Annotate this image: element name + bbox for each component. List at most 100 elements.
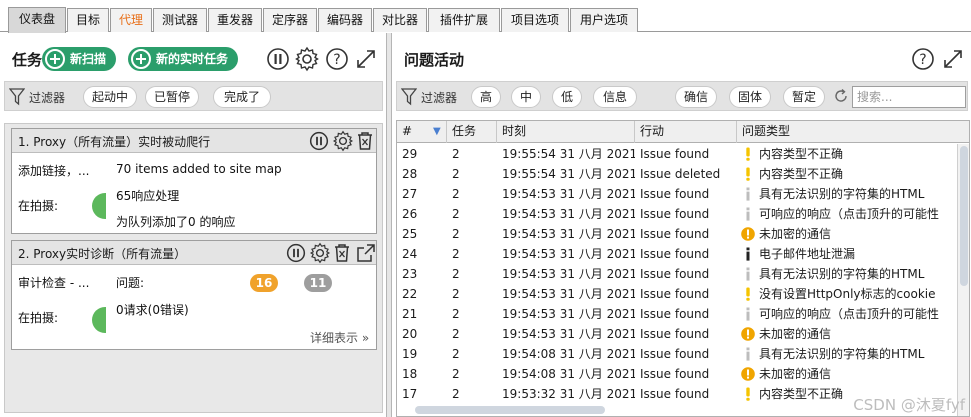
cell-task: 2 <box>452 327 460 341</box>
gear-icon[interactable] <box>332 130 354 152</box>
task-card-2[interactable]: 2. Proxy实时诊断（所有流量） 审计检查 - ... 问题: 16 11 … <box>11 240 377 350</box>
svg-text:?: ? <box>919 52 926 68</box>
task-card-1[interactable]: 1. Proxy（所有流量）实时被动爬行 添加链接，... 70 items a… <box>11 128 377 234</box>
filter-icon[interactable] <box>401 88 417 106</box>
cell-id: 21 <box>402 307 418 321</box>
cell-id: 22 <box>402 287 418 301</box>
table-row[interactable]: 25 2 19:54:53 31 八月 2021 Issue found 未加密的通信 <box>397 224 959 244</box>
table-row[interactable]: 23 2 19:54:53 31 八月 2021 Issue found 具有无法识别的… <box>397 264 959 284</box>
column-header-task[interactable]: 任务 <box>447 121 497 143</box>
cell-task: 2 <box>452 247 460 261</box>
refresh-icon[interactable] <box>833 88 849 104</box>
trash-icon[interactable] <box>356 131 374 151</box>
cell-time: 19:54:53 31 八月 2021 <box>502 247 635 261</box>
task-title: 1. Proxy（所有流量）实时被动爬行 <box>18 135 211 149</box>
cell-task: 2 <box>452 347 460 361</box>
table-row[interactable]: 27 2 19:54:53 31 八月 2021 Issue found 具有无法识别的… <box>397 184 959 204</box>
filter-paused-button[interactable]: 已暂停 <box>145 86 199 108</box>
tab-repeater[interactable]: 重发器 <box>208 8 262 32</box>
tab-decoder[interactable]: 编码器 <box>318 8 372 32</box>
table-row[interactable]: 28 2 19:55:54 31 八月 2021 Issue deleted 内容类型不… <box>397 164 959 184</box>
pause-icon[interactable] <box>266 47 290 71</box>
task-row-value: 为队列添加了0 的响应 <box>116 215 236 229</box>
svg-text:?: ? <box>333 52 340 68</box>
task-card-header: 1. Proxy（所有流量）实时被动爬行 <box>12 129 376 153</box>
filter-tentative-button[interactable]: 暂定 <box>783 86 825 108</box>
gear-icon[interactable] <box>309 242 331 264</box>
scroll-thumb[interactable] <box>960 146 968 286</box>
vertical-scrollbar[interactable] <box>957 144 969 416</box>
new-scan-button[interactable]: 新扫描 <box>42 47 117 71</box>
tab-proxy[interactable]: 代理 <box>110 8 152 32</box>
cell-action: Issue found <box>640 287 710 301</box>
progress-indicator-icon <box>92 193 106 219</box>
help-icon[interactable]: ? <box>325 47 349 71</box>
table-row[interactable]: 18 2 19:54:08 31 八月 2021 Issue found 未加密的通信 <box>397 364 959 384</box>
cell-time: 19:54:08 31 八月 2021 <box>502 347 635 361</box>
double-chevron-right-icon: » <box>361 331 370 345</box>
gear-icon[interactable] <box>294 46 320 72</box>
tab-user-options[interactable]: 用户选项 <box>570 8 638 32</box>
filter-high-button[interactable]: 高 <box>471 86 501 108</box>
table-row[interactable]: 26 2 19:54:53 31 八月 2021 Issue found 可响应的响应（… <box>397 204 959 224</box>
column-header-id[interactable]: # ▼ <box>397 121 447 143</box>
column-header-issue-type[interactable]: 问题类型 <box>737 121 969 143</box>
cell-action: Issue found <box>640 227 710 241</box>
filter-label: 过滤器 <box>29 91 66 105</box>
cell-id: 28 <box>402 167 418 181</box>
filter-icon[interactable] <box>9 88 25 106</box>
expand-icon[interactable] <box>941 47 965 71</box>
table-row[interactable]: 29 2 19:55:54 31 八月 2021 Issue found 内容类型不正确 <box>397 144 959 164</box>
cell-action: Issue found <box>640 187 710 201</box>
cell-id: 18 <box>402 367 418 381</box>
view-details-link[interactable]: 详细表示 » <box>310 329 369 346</box>
column-header-action[interactable]: 行动 <box>635 121 737 143</box>
popout-icon[interactable] <box>356 243 376 263</box>
cell-task: 2 <box>452 387 460 401</box>
cell-time: 19:54:53 31 八月 2021 <box>502 187 635 201</box>
new-live-task-button[interactable]: 新的实时任务 <box>128 47 239 71</box>
cell-task: 2 <box>452 227 460 241</box>
filter-label: 过滤器 <box>421 91 458 105</box>
table-row[interactable]: 19 2 19:54:08 31 八月 2021 Issue found 具有无法识别的… <box>397 344 959 364</box>
tab-sequencer[interactable]: 定序器 <box>263 8 317 32</box>
pause-icon[interactable] <box>286 243 306 263</box>
pause-icon[interactable] <box>309 131 329 151</box>
filter-finished-button[interactable]: 完成了 <box>213 86 271 108</box>
horizontal-scroll-thumb[interactable] <box>415 406 605 414</box>
filter-info-button[interactable]: 信息 <box>593 86 637 108</box>
filter-running-button[interactable]: 起动中 <box>83 86 137 108</box>
cell-issue-type: 未加密的通信 <box>737 364 959 384</box>
plus-circle-icon <box>131 49 151 69</box>
cell-action: Issue found <box>640 367 710 381</box>
filter-firm-button[interactable]: 固体 <box>729 86 771 108</box>
task-row-label: 在拍摄: <box>18 311 59 325</box>
table-row[interactable]: 24 2 19:54:53 31 八月 2021 Issue found 电子邮件地址泄… <box>397 244 959 264</box>
help-icon[interactable]: ? <box>911 47 935 71</box>
search-input[interactable]: 搜索... <box>852 86 966 108</box>
filter-certain-button[interactable]: 确信 <box>675 86 717 108</box>
table-row[interactable]: 20 2 19:54:53 31 八月 2021 Issue found 未加密的通信 <box>397 324 959 344</box>
table-row[interactable]: 22 2 19:54:53 31 八月 2021 Issue found 没有设置Htt… <box>397 284 959 304</box>
issue-activity-panel: 问题活动 ? 过滤器 高 中 低 信息 确信 固体 暂定 搜索... # ▼ 任… <box>391 33 971 417</box>
table-row[interactable]: 21 2 19:54:53 31 八月 2021 Issue found 可响应的响应（… <box>397 304 959 324</box>
cell-issue-type: 具有无法识别的字符集的HTML <box>737 344 959 364</box>
filter-medium-button[interactable]: 中 <box>511 86 541 108</box>
main-tab-bar: 仪表盘 目标 代理 测试器 重发器 定序器 编码器 对比器 插件扩展 项目选项 … <box>0 0 971 33</box>
task-row-label: 在拍摄: <box>18 199 59 213</box>
cell-time: 19:53:32 31 八月 2021 <box>502 387 635 401</box>
tab-dashboard[interactable]: 仪表盘 <box>8 7 66 33</box>
filter-low-button[interactable]: 低 <box>552 86 582 108</box>
expand-icon[interactable] <box>354 47 378 71</box>
tab-target[interactable]: 目标 <box>67 8 109 32</box>
tab-intruder[interactable]: 测试器 <box>153 8 207 32</box>
cell-issue-type: 可响应的响应（点击顶升的可能性 <box>737 204 959 224</box>
cell-time: 19:55:54 31 八月 2021 <box>502 167 635 181</box>
tab-project-options[interactable]: 项目选项 <box>501 8 569 32</box>
tab-comparer[interactable]: 对比器 <box>373 8 427 32</box>
task-row-value: 65响应处理 <box>116 189 180 203</box>
tasks-filter-bar: 过滤器 起动中 已暂停 完成了 <box>4 81 383 111</box>
column-header-time[interactable]: 时刻 <box>497 121 635 143</box>
tab-extender[interactable]: 插件扩展 <box>428 8 500 32</box>
trash-icon[interactable] <box>333 243 351 263</box>
